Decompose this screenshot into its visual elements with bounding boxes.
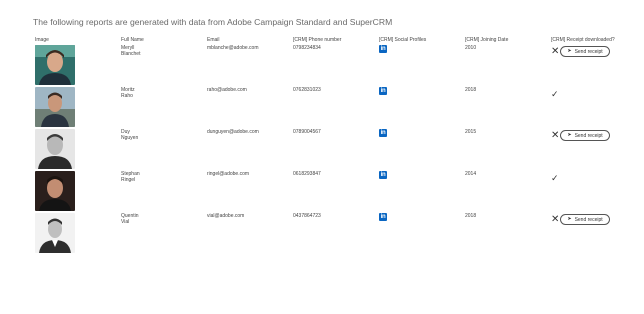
email-cell: ringel@adobe.com — [207, 171, 250, 177]
paper-plane-icon: ➤ — [567, 48, 572, 54]
joining-date-cell: 2010 — [465, 45, 477, 51]
linkedin-icon[interactable]: in — [379, 171, 387, 179]
table-row: Quentin Vial vial@adobe.com 0437864723 i… — [0, 213, 644, 257]
full-name: Duy Nguyen — [121, 129, 138, 142]
email-cell: vial@adobe.com — [207, 213, 245, 219]
avatar — [35, 129, 75, 169]
checkmark-icon: ✓ — [551, 89, 559, 99]
linkedin-icon[interactable]: in — [379, 213, 387, 221]
table-row: Stephan Ringel ringel@adobe.com 06182938… — [0, 171, 644, 215]
checkmark-icon: ✓ — [551, 173, 559, 183]
send-receipt-label: Send receipt — [574, 48, 603, 55]
send-receipt-button[interactable]: ➤ Send receipt — [560, 214, 610, 225]
x-icon: ✕ — [551, 130, 560, 141]
column-header-email: Email — [207, 37, 220, 43]
linkedin-icon[interactable]: in — [379, 45, 387, 53]
joining-date-cell: 2014 — [465, 171, 477, 177]
phone-cell: 0789004567 — [293, 129, 321, 135]
avatar — [35, 45, 75, 85]
table-row: Duy Nguyen dunguyen@adobe.com 0789004567… — [0, 129, 644, 173]
column-header-joining-date: [CRM] Joining Date — [465, 37, 509, 43]
table-row: Moritz Raho raho@adobe.com 0762831023 in… — [0, 87, 644, 131]
phone-cell: 0762831023 — [293, 87, 321, 93]
phone-cell: 0798234834 — [293, 45, 321, 51]
column-header-full-name: Full Name — [121, 37, 144, 43]
email-cell: raho@adobe.com — [207, 87, 247, 93]
full-name: Moritz Raho — [121, 87, 135, 100]
email-cell: dunguyen@adobe.com — [207, 129, 259, 135]
x-icon: ✕ — [551, 46, 560, 57]
x-icon: ✕ — [551, 214, 560, 225]
full-name: Meryll Blanchet — [121, 45, 140, 58]
send-receipt-label: Send receipt — [574, 132, 603, 139]
email-cell: mblanche@adobe.com — [207, 45, 259, 51]
column-header-social: [CRM] Social Profiles — [379, 37, 427, 43]
last-name: Nguyen — [121, 135, 139, 142]
last-name: Ringel — [121, 177, 136, 184]
send-receipt-button[interactable]: ➤ Send receipt — [560, 130, 610, 141]
send-receipt-button[interactable]: ➤ Send receipt — [560, 46, 610, 57]
column-header-receipt: [CRM] Receipt downloaded? — [551, 37, 615, 43]
last-name: Blanchet — [121, 51, 141, 58]
avatar — [35, 171, 75, 211]
joining-date-cell: 2015 — [465, 129, 477, 135]
full-name: Quentin Vial — [121, 213, 139, 226]
avatar — [35, 87, 75, 127]
phone-cell: 0618293847 — [293, 171, 321, 177]
avatar — [35, 213, 75, 253]
last-name: Vial — [121, 219, 130, 226]
linkedin-icon[interactable]: in — [379, 87, 387, 95]
last-name: Raho — [121, 93, 133, 100]
send-receipt-label: Send receipt — [574, 216, 603, 223]
paper-plane-icon: ➤ — [567, 216, 572, 222]
joining-date-cell: 2018 — [465, 213, 477, 219]
joining-date-cell: 2018 — [465, 87, 477, 93]
phone-cell: 0437864723 — [293, 213, 321, 219]
paper-plane-icon: ➤ — [567, 132, 572, 138]
report-heading: The following reports are generated with… — [33, 17, 393, 27]
column-header-image: Image — [35, 37, 49, 43]
full-name: Stephan Ringel — [121, 171, 140, 184]
column-header-phone: [CRM] Phone number — [293, 37, 342, 43]
linkedin-icon[interactable]: in — [379, 129, 387, 137]
table-row: Meryll Blanchet mblanche@adobe.com 07982… — [0, 45, 644, 89]
